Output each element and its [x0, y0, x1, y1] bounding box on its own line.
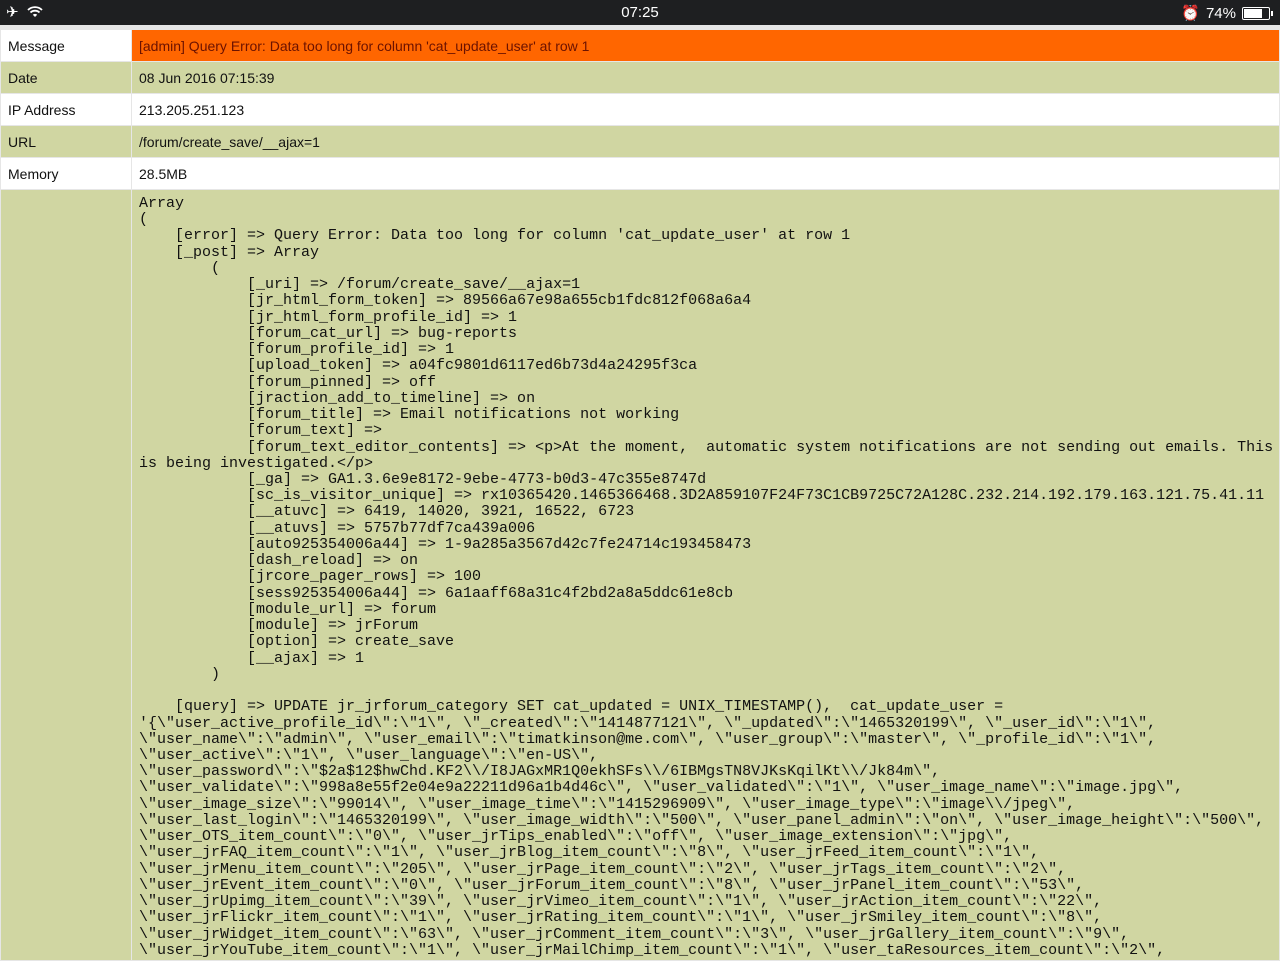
dump-line: \"user_jrUpimg_item_count\":\"39\", \"us…	[139, 893, 1103, 911]
value-ip: 213.205.251.123	[132, 94, 1279, 125]
dump-line: [__ajax] => 1	[139, 649, 365, 667]
dump-line: [dash_reload] => on	[139, 552, 419, 570]
dump-line: [option] => create_save	[139, 633, 455, 651]
dump-line: [forum_text_editor_contents] => <p>At th…	[139, 438, 1274, 456]
dump-line: \"user_jrYouTube_item_count\":\"1\", \"u…	[139, 941, 1166, 959]
battery-percent: 74%	[1205, 4, 1236, 22]
dump-line: \"user_password\":\"$2a$12$hwChd.KF2\\/I…	[139, 763, 941, 781]
dump-line: [forum_cat_url] => bug-reports	[139, 324, 518, 342]
battery-icon	[1242, 6, 1273, 20]
dump-line: [forum_text] =>	[139, 422, 392, 440]
dump-line: [__atuvc] => 6419, 14020, 3921, 16522, 6…	[139, 503, 635, 521]
dump-line: Array	[139, 195, 185, 212]
error-details-table: Message [admin] Query Error: Data too lo…	[0, 29, 1280, 961]
dump-line: [jraction_add_to_timeline] => on	[139, 389, 536, 407]
dump-line: [_ga] => GA1.3.6e9e8172-9ebe-4773-b0d3-4…	[139, 470, 707, 488]
dump-line: [jr_html_form_profile_id] => 1	[139, 308, 518, 326]
dump-line	[139, 683, 1279, 699]
dump-line: (	[139, 211, 149, 229]
label-ip: IP Address	[1, 94, 131, 125]
dump-line: \"user_validate\":\"998a8e55f2e04e9a2221…	[139, 779, 1184, 797]
dump-line: is being investigated.</p>	[139, 454, 374, 472]
dump-line: \"user_image_size\":\"99014\", \"user_im…	[139, 795, 1076, 813]
label-message: Message	[1, 30, 131, 61]
dump-line: [sc_is_visitor_unique] => rx10365420.146…	[139, 487, 1265, 505]
dump-line: [query] => UPDATE jr_jrforum_category SE…	[139, 698, 1004, 716]
dump-line: \"user_jrWidget_item_count\":\"63\", \"u…	[139, 925, 1130, 943]
clock: 07:25	[621, 4, 659, 21]
value-message: [admin] Query Error: Data too long for c…	[132, 30, 1279, 61]
dump-line: \"user_jrFlickr_item_count\":\"1\", \"us…	[139, 909, 1103, 927]
dump-line: [forum_profile_id] => 1	[139, 341, 455, 359]
dump-line: \"user_active\":\"1\", \"user_language\"…	[139, 746, 599, 764]
dump-line: \"user_name\":\"admin\", \"user_email\":…	[139, 730, 1157, 748]
row-message: Message [admin] Query Error: Data too lo…	[1, 30, 1279, 61]
dump-line: \"user_jrMenu_item_count\":\"205\", \"us…	[139, 860, 1067, 878]
dump-line: [__atuvs] => 5757b77df7ca439a006	[139, 519, 536, 537]
dump-line: [module_url] => forum	[139, 600, 437, 618]
label-date: Date	[1, 62, 131, 93]
dump-line: '{\"user_active_profile_id\":\"1\", \"_c…	[139, 714, 1157, 732]
dump-line: [error] => Query Error: Data too long fo…	[139, 227, 851, 245]
value-dump: Array( [error] => Query Error: Data too …	[132, 190, 1279, 960]
dump-line: )	[139, 665, 221, 683]
dump-line: [forum_title] => Email notifications not…	[139, 406, 680, 424]
dump-line: \"user_OTS_item_count\":\"0\", \"user_jr…	[139, 828, 1013, 846]
row-date: Date 08 Jun 2016 07:15:39	[1, 62, 1279, 93]
row-dump: Array( [error] => Query Error: Data too …	[1, 190, 1279, 960]
status-bar: ✈ 07:25 ⏰ 74%	[0, 0, 1280, 25]
value-url: /forum/create_save/__ajax=1	[132, 126, 1279, 157]
label-dump	[1, 190, 131, 960]
row-url: URL /forum/create_save/__ajax=1	[1, 126, 1279, 157]
value-memory: 28.5MB	[132, 158, 1279, 189]
dump-line: [auto925354006a44] => 1-9a285a3567d42c7f…	[139, 535, 752, 553]
row-memory: Memory 28.5MB	[1, 158, 1279, 189]
dump-line: \"user_last_login\":\"1465320199\", \"us…	[139, 811, 1265, 829]
dump-line: [upload_token] => a04fc9801d6117ed6b73d4…	[139, 357, 698, 375]
debug-dump: Array( [error] => Query Error: Data too …	[132, 190, 1279, 960]
dump-line: (	[139, 259, 221, 277]
dump-line: [forum_pinned] => off	[139, 373, 437, 391]
dump-line: [module] => jrForum	[139, 617, 419, 635]
row-ip: IP Address 213.205.251.123	[1, 94, 1279, 125]
dump-line: [jrcore_pager_rows] => 100	[139, 568, 482, 586]
dump-line: [_uri] => /forum/create_save/__ajax=1	[139, 276, 581, 294]
dump-line: [_post] => Array	[139, 243, 320, 261]
dump-line: [sess925354006a44] => 6a1aaff68a31c4f2bd…	[139, 584, 734, 602]
dump-line: \"user_jrEvent_item_count\":\"0\", \"use…	[139, 876, 1085, 894]
dump-line: \"user_jrFAQ_item_count\":\"1\", \"user_…	[139, 844, 1040, 862]
alarm-icon: ⏰	[1181, 5, 1200, 22]
label-memory: Memory	[1, 158, 131, 189]
label-url: URL	[1, 126, 131, 157]
value-date: 08 Jun 2016 07:15:39	[132, 62, 1279, 93]
dump-line: [jr_html_form_token] => 89566a67e98a655c…	[139, 292, 752, 310]
